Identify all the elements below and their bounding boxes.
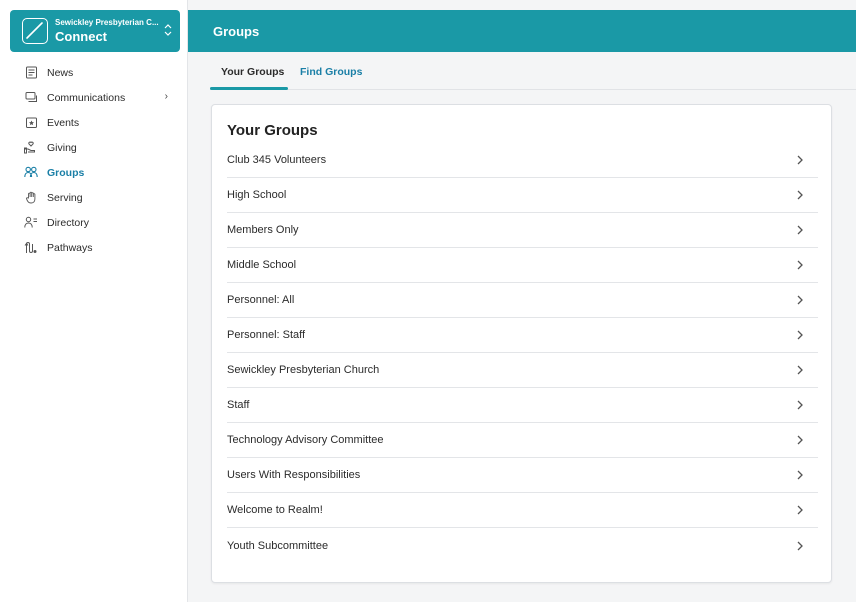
sidebar-item-events[interactable]: Events bbox=[0, 110, 188, 135]
chevron-right-icon bbox=[796, 330, 804, 340]
chevron-right-icon bbox=[796, 365, 804, 375]
group-row[interactable]: Personnel: All bbox=[227, 283, 818, 318]
chevron-right-icon: › bbox=[164, 91, 168, 102]
group-name: Users With Responsibilities bbox=[227, 469, 361, 481]
news-icon bbox=[24, 66, 38, 80]
your-groups-card: Your Groups Club 345 Volunteers High Sch… bbox=[211, 104, 832, 583]
chevron-right-icon bbox=[796, 400, 804, 410]
group-name: Welcome to Realm! bbox=[227, 504, 323, 516]
chevron-right-icon bbox=[796, 190, 804, 200]
groups-icon bbox=[24, 166, 38, 180]
card-title: Your Groups bbox=[227, 122, 318, 139]
active-tab-indicator bbox=[210, 87, 288, 90]
group-row[interactable]: Members Only bbox=[227, 213, 818, 248]
sidebar-item-serving[interactable]: Serving bbox=[0, 185, 188, 210]
chevron-right-icon bbox=[796, 295, 804, 305]
chevron-right-icon bbox=[796, 470, 804, 480]
sidebar-item-news[interactable]: News bbox=[0, 60, 188, 85]
chat-icon bbox=[24, 91, 38, 105]
group-row[interactable]: Youth Subcommittee bbox=[227, 528, 818, 563]
group-name: Technology Advisory Committee bbox=[227, 434, 384, 446]
hand-icon bbox=[24, 191, 38, 205]
group-name: Youth Subcommittee bbox=[227, 539, 329, 552]
connect-logo-icon bbox=[22, 18, 48, 44]
sidebar-item-label: Directory bbox=[47, 216, 90, 229]
sidebar-item-label: Serving bbox=[47, 191, 83, 204]
pathways-icon bbox=[24, 241, 38, 255]
org-name: Sewickley Presbyterian C... bbox=[55, 19, 159, 27]
sidebar-nav: News Communications › Events Giving Grou… bbox=[0, 60, 188, 260]
sidebar-item-communications[interactable]: Communications › bbox=[0, 85, 188, 110]
group-row[interactable]: Personnel: Staff bbox=[227, 318, 818, 353]
group-row[interactable]: Technology Advisory Committee bbox=[227, 423, 818, 458]
group-row[interactable]: Staff bbox=[227, 388, 818, 423]
group-name: Members Only bbox=[227, 224, 299, 236]
group-name: Personnel: All bbox=[227, 294, 295, 306]
group-name: Club 345 Volunteers bbox=[227, 154, 327, 166]
group-name: Sewickley Presbyterian Church bbox=[227, 364, 380, 376]
sidebar-item-pathways[interactable]: Pathways bbox=[0, 235, 188, 260]
sidebar-item-label: Groups bbox=[47, 166, 85, 179]
group-name: Middle School bbox=[227, 259, 297, 271]
calendar-star-icon bbox=[24, 116, 38, 130]
group-row[interactable]: Welcome to Realm! bbox=[227, 493, 818, 528]
page-header: Groups bbox=[188, 10, 856, 52]
sidebar-item-giving[interactable]: Giving bbox=[0, 135, 188, 160]
group-list: Club 345 Volunteers High School Members … bbox=[227, 143, 818, 563]
chevron-right-icon bbox=[796, 505, 804, 515]
giving-hand-icon bbox=[24, 141, 38, 155]
directory-icon bbox=[24, 216, 38, 230]
up-down-chevron-icon bbox=[164, 23, 172, 37]
tab-bar: Your Groups Find Groups bbox=[210, 52, 856, 90]
chevron-right-icon bbox=[796, 260, 804, 270]
chevron-right-icon bbox=[796, 435, 804, 445]
tab-your-groups[interactable]: Your Groups bbox=[221, 66, 284, 78]
group-row[interactable]: Sewickley Presbyterian Church bbox=[227, 353, 818, 388]
sidebar-item-groups[interactable]: Groups bbox=[0, 160, 188, 185]
group-name: Staff bbox=[227, 399, 250, 411]
group-row[interactable]: Club 345 Volunteers bbox=[227, 143, 818, 178]
chevron-right-icon bbox=[796, 155, 804, 165]
page-title: Groups bbox=[213, 23, 260, 39]
group-row[interactable]: High School bbox=[227, 178, 818, 213]
sidebar: Sewickley Presbyterian C... Connect News… bbox=[0, 0, 188, 602]
chevron-right-icon bbox=[796, 225, 804, 235]
sidebar-item-directory[interactable]: Directory bbox=[0, 210, 188, 235]
group-name: High School bbox=[227, 189, 287, 201]
group-row[interactable]: Users With Responsibilities bbox=[227, 458, 818, 493]
chevron-right-icon bbox=[796, 541, 804, 551]
app-name: Connect bbox=[55, 29, 107, 43]
tab-find-groups[interactable]: Find Groups bbox=[300, 66, 362, 78]
sidebar-item-label: Pathways bbox=[47, 241, 93, 254]
sidebar-item-label: Giving bbox=[47, 141, 77, 154]
group-row[interactable]: Middle School bbox=[227, 248, 818, 283]
sidebar-item-label: Communications bbox=[47, 91, 126, 104]
sidebar-item-label: News bbox=[47, 66, 74, 79]
sidebar-item-label: Events bbox=[47, 116, 80, 129]
org-switcher[interactable]: Sewickley Presbyterian C... Connect bbox=[10, 10, 180, 52]
group-name: Personnel: Staff bbox=[227, 329, 306, 341]
